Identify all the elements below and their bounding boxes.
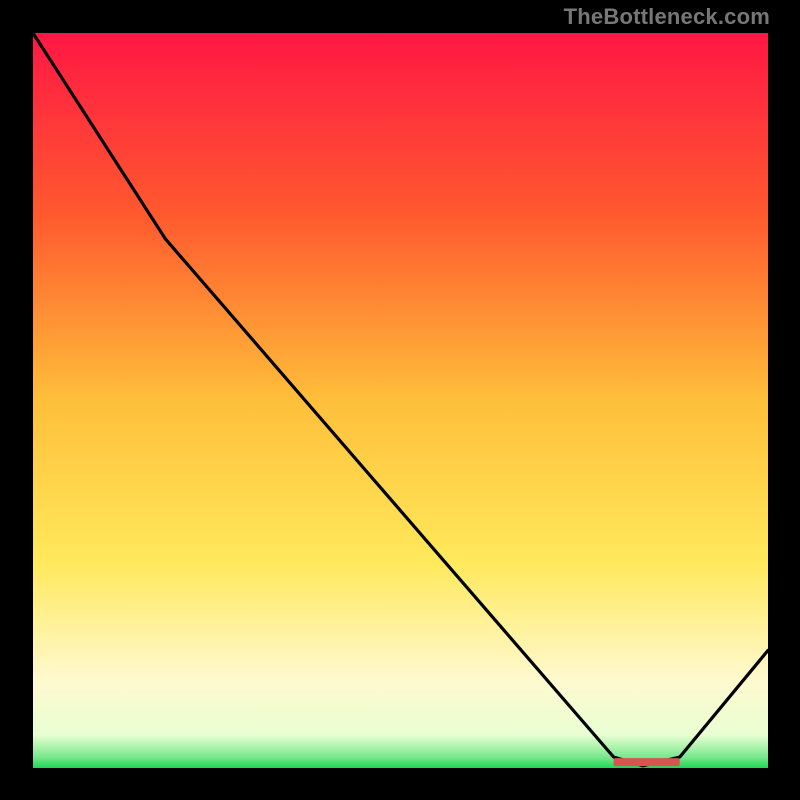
- plot-svg: [33, 33, 768, 768]
- optimal-range-marker: [614, 758, 680, 766]
- plot-area: [33, 33, 768, 768]
- chart-stage: TheBottleneck.com: [0, 0, 800, 800]
- watermark-text: TheBottleneck.com: [564, 4, 770, 30]
- gradient-rect: [33, 33, 768, 768]
